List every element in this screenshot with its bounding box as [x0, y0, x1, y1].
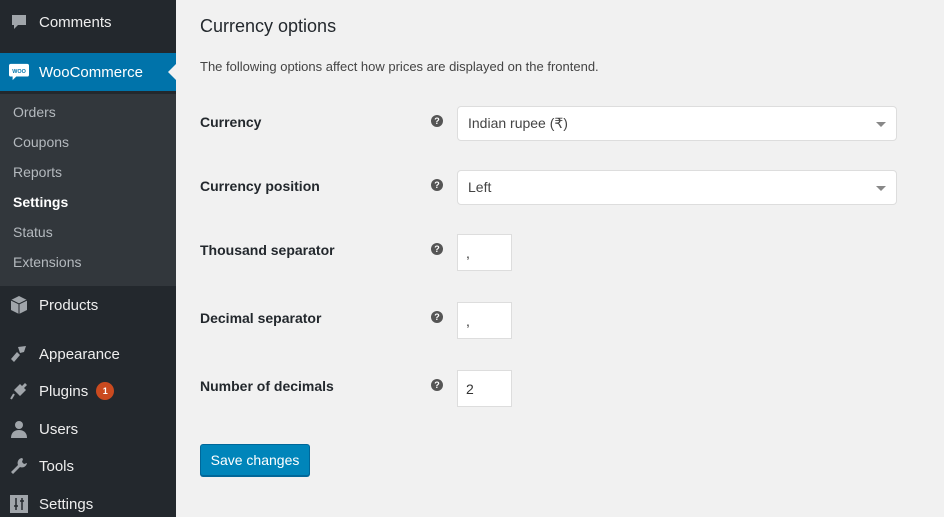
admin-sidebar: Comments WOO WooCommerce Orders Coupons … — [0, 0, 176, 517]
decimal-separator-label: Decimal separator — [200, 310, 322, 326]
help-icon[interactable]: ? — [431, 179, 443, 191]
currency-position-select[interactable]: Left — [457, 170, 897, 205]
chevron-down-icon — [876, 122, 886, 127]
svg-text:WOO: WOO — [12, 69, 26, 75]
submenu-reports[interactable]: Reports — [13, 164, 62, 180]
number-of-decimals-input[interactable]: 2 — [457, 370, 512, 407]
current-indicator — [168, 64, 176, 80]
comment-icon — [9, 12, 29, 32]
section-title: Currency options — [200, 16, 337, 36]
currency-select[interactable]: Indian rupee (₹) — [457, 106, 897, 141]
menu-appearance[interactable]: Appearance — [0, 337, 176, 371]
chevron-down-icon — [876, 186, 886, 191]
help-icon[interactable]: ? — [431, 115, 443, 127]
section-description: The following options affect how prices … — [200, 59, 599, 74]
menu-label: WooCommerce — [39, 63, 143, 81]
menu-label: Settings — [39, 495, 94, 513]
submenu-status[interactable]: Status — [13, 224, 53, 240]
menu-label: Plugins — [39, 382, 89, 400]
currency-position-value: Left — [468, 179, 492, 195]
update-count-badge: 1 — [96, 382, 115, 400]
menu-plugins[interactable]: Plugins 1 — [0, 374, 176, 408]
thousand-separator-input[interactable]: , — [457, 234, 512, 271]
menu-woocommerce[interactable]: WOO WooCommerce — [0, 53, 176, 91]
number-of-decimals-label: Number of decimals — [200, 378, 334, 394]
user-icon — [9, 419, 29, 439]
woocommerce-submenu: Orders Coupons Reports Settings Status E… — [0, 94, 176, 286]
submenu-settings[interactable]: Settings — [13, 194, 68, 210]
currency-position-label: Currency position — [200, 178, 320, 194]
menu-users[interactable]: Users — [0, 412, 176, 446]
help-icon[interactable]: ? — [431, 311, 443, 323]
woo-icon: WOO — [9, 62, 29, 82]
menu-label: Products — [39, 296, 99, 314]
currency-select-value: Indian rupee (₹) — [468, 115, 568, 131]
paintbrush-icon — [9, 344, 29, 364]
submenu-extensions[interactable]: Extensions — [13, 254, 81, 270]
menu-label: Tools — [39, 457, 75, 475]
decimal-separator-input[interactable]: , — [457, 302, 512, 339]
plug-icon — [9, 381, 29, 401]
thousand-separator-label: Thousand separator — [200, 242, 335, 258]
menu-products[interactable]: Products — [0, 288, 176, 322]
settings-main: Currency options The following options a… — [176, 0, 944, 517]
currency-label: Currency — [200, 114, 262, 130]
wrench-icon — [9, 456, 29, 476]
help-icon[interactable]: ? — [431, 243, 443, 255]
menu-label: Users — [39, 420, 79, 438]
submenu-coupons[interactable]: Coupons — [13, 134, 69, 150]
menu-label: Appearance — [39, 345, 120, 363]
menu-label: Comments — [39, 13, 112, 31]
save-changes-button[interactable]: Save changes — [200, 444, 310, 476]
menu-tools[interactable]: Tools — [0, 449, 176, 483]
submenu-orders[interactable]: Orders — [13, 104, 56, 120]
help-icon[interactable]: ? — [431, 379, 443, 391]
box-icon — [9, 295, 29, 315]
menu-comments[interactable]: Comments — [0, 5, 176, 39]
sliders-icon — [9, 494, 29, 514]
menu-settings[interactable]: Settings — [0, 487, 176, 517]
